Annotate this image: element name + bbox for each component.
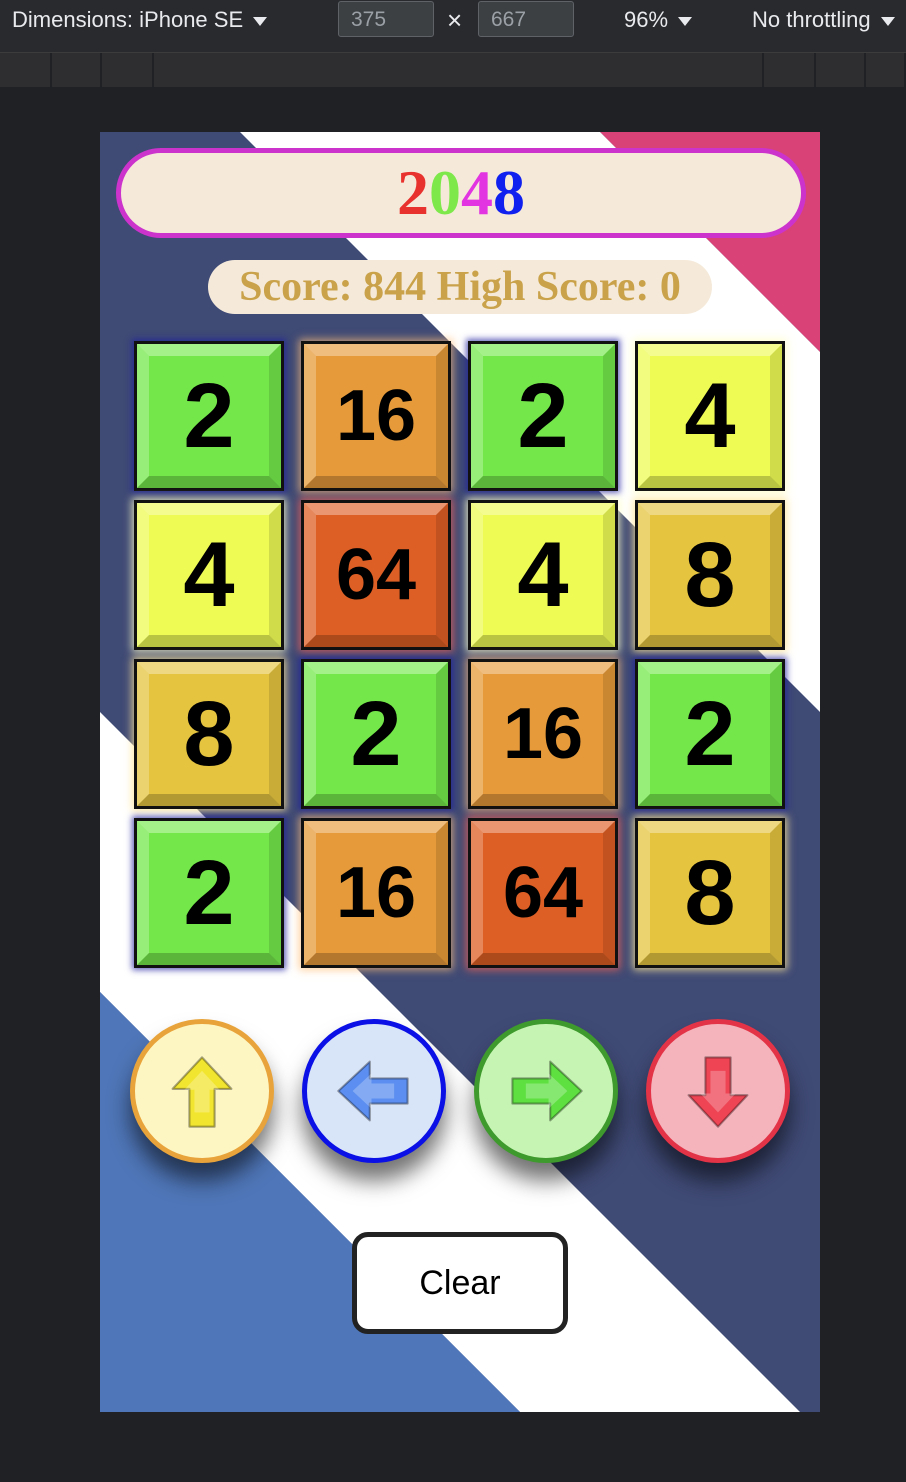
title-char: 8 — [493, 157, 525, 228]
arrow-right-icon — [511, 1060, 583, 1122]
tile: 16 — [301, 341, 451, 491]
tile: 4 — [635, 341, 785, 491]
tile-value: 2 — [517, 364, 569, 467]
throttle-value: No throttling — [752, 7, 871, 32]
zoom-select[interactable]: 96% — [624, 7, 693, 33]
tile-value: 8 — [183, 682, 235, 785]
arrow-up-icon — [171, 1056, 233, 1128]
ruler-segment[interactable] — [102, 53, 154, 87]
tile-value: 8 — [684, 523, 736, 626]
tile: 64 — [468, 818, 618, 968]
up-button[interactable] — [130, 1019, 274, 1163]
width-input[interactable]: 375 — [338, 1, 434, 37]
chevron-down-icon — [880, 16, 895, 26]
tile-value: 16 — [502, 694, 584, 774]
chevron-down-icon — [678, 16, 693, 26]
ruler-segment[interactable] — [866, 53, 906, 87]
tile: 8 — [635, 818, 785, 968]
devtools-toolbar: Dimensions: iPhone SE 375 × 667 96% No t… — [0, 0, 906, 53]
tile: 2 — [468, 341, 618, 491]
device-label: Dimensions: iPhone SE — [12, 7, 244, 32]
media-query-bar — [0, 53, 906, 87]
tile: 2 — [301, 659, 451, 809]
tile-value: 4 — [183, 523, 235, 626]
tile-value: 2 — [350, 682, 402, 785]
tile: 16 — [301, 818, 451, 968]
tile: 16 — [468, 659, 618, 809]
tile: 8 — [134, 659, 284, 809]
tile-value: 4 — [517, 523, 569, 626]
device-select[interactable]: Dimensions: iPhone SE — [12, 7, 268, 33]
device-viewport: 2048 Score: 844 High Score: 0 2 16 2 4 4 64 4 8… — [100, 132, 820, 1412]
times-sign: × — [447, 5, 463, 35]
left-button[interactable] — [302, 1019, 446, 1163]
clear-button[interactable]: Clear — [352, 1232, 568, 1334]
tile-value: 4 — [684, 364, 736, 467]
tile: 64 — [301, 500, 451, 650]
ruler-segment[interactable] — [52, 53, 102, 87]
ruler-segment[interactable] — [0, 53, 52, 87]
title-char: 2 — [397, 157, 429, 228]
tile: 4 — [468, 500, 618, 650]
ruler-segment[interactable] — [764, 53, 816, 87]
tile-value: 64 — [502, 853, 584, 933]
tile-value: 2 — [684, 682, 736, 785]
throttle-select[interactable]: No throttling — [752, 7, 895, 33]
tile: 4 — [134, 500, 284, 650]
height-input[interactable]: 667 — [478, 1, 574, 37]
tile-value: 16 — [335, 853, 417, 933]
tile: 2 — [134, 341, 284, 491]
arrow-down-icon — [687, 1056, 749, 1128]
right-button[interactable] — [474, 1019, 618, 1163]
ruler-segment[interactable] — [816, 53, 866, 87]
tile-value: 2 — [183, 841, 235, 944]
tile-value: 16 — [335, 376, 417, 456]
score-display: Score: 844 High Score: 0 — [208, 260, 712, 314]
chevron-down-icon — [253, 16, 268, 26]
tile: 2 — [635, 659, 785, 809]
tile: 2 — [134, 818, 284, 968]
zoom-value: 96% — [624, 7, 669, 32]
tile-value: 2 — [183, 364, 235, 467]
arrow-left-icon — [337, 1060, 409, 1122]
tile: 8 — [635, 500, 785, 650]
game-title: 2048 — [116, 148, 806, 238]
title-char: 4 — [461, 157, 493, 228]
tile-value: 8 — [684, 841, 736, 944]
down-button[interactable] — [646, 1019, 790, 1163]
title-char: 0 — [429, 157, 461, 228]
ruler-segment[interactable] — [154, 53, 764, 87]
title-text: 2048 — [397, 157, 525, 228]
tile-value: 64 — [335, 535, 417, 615]
